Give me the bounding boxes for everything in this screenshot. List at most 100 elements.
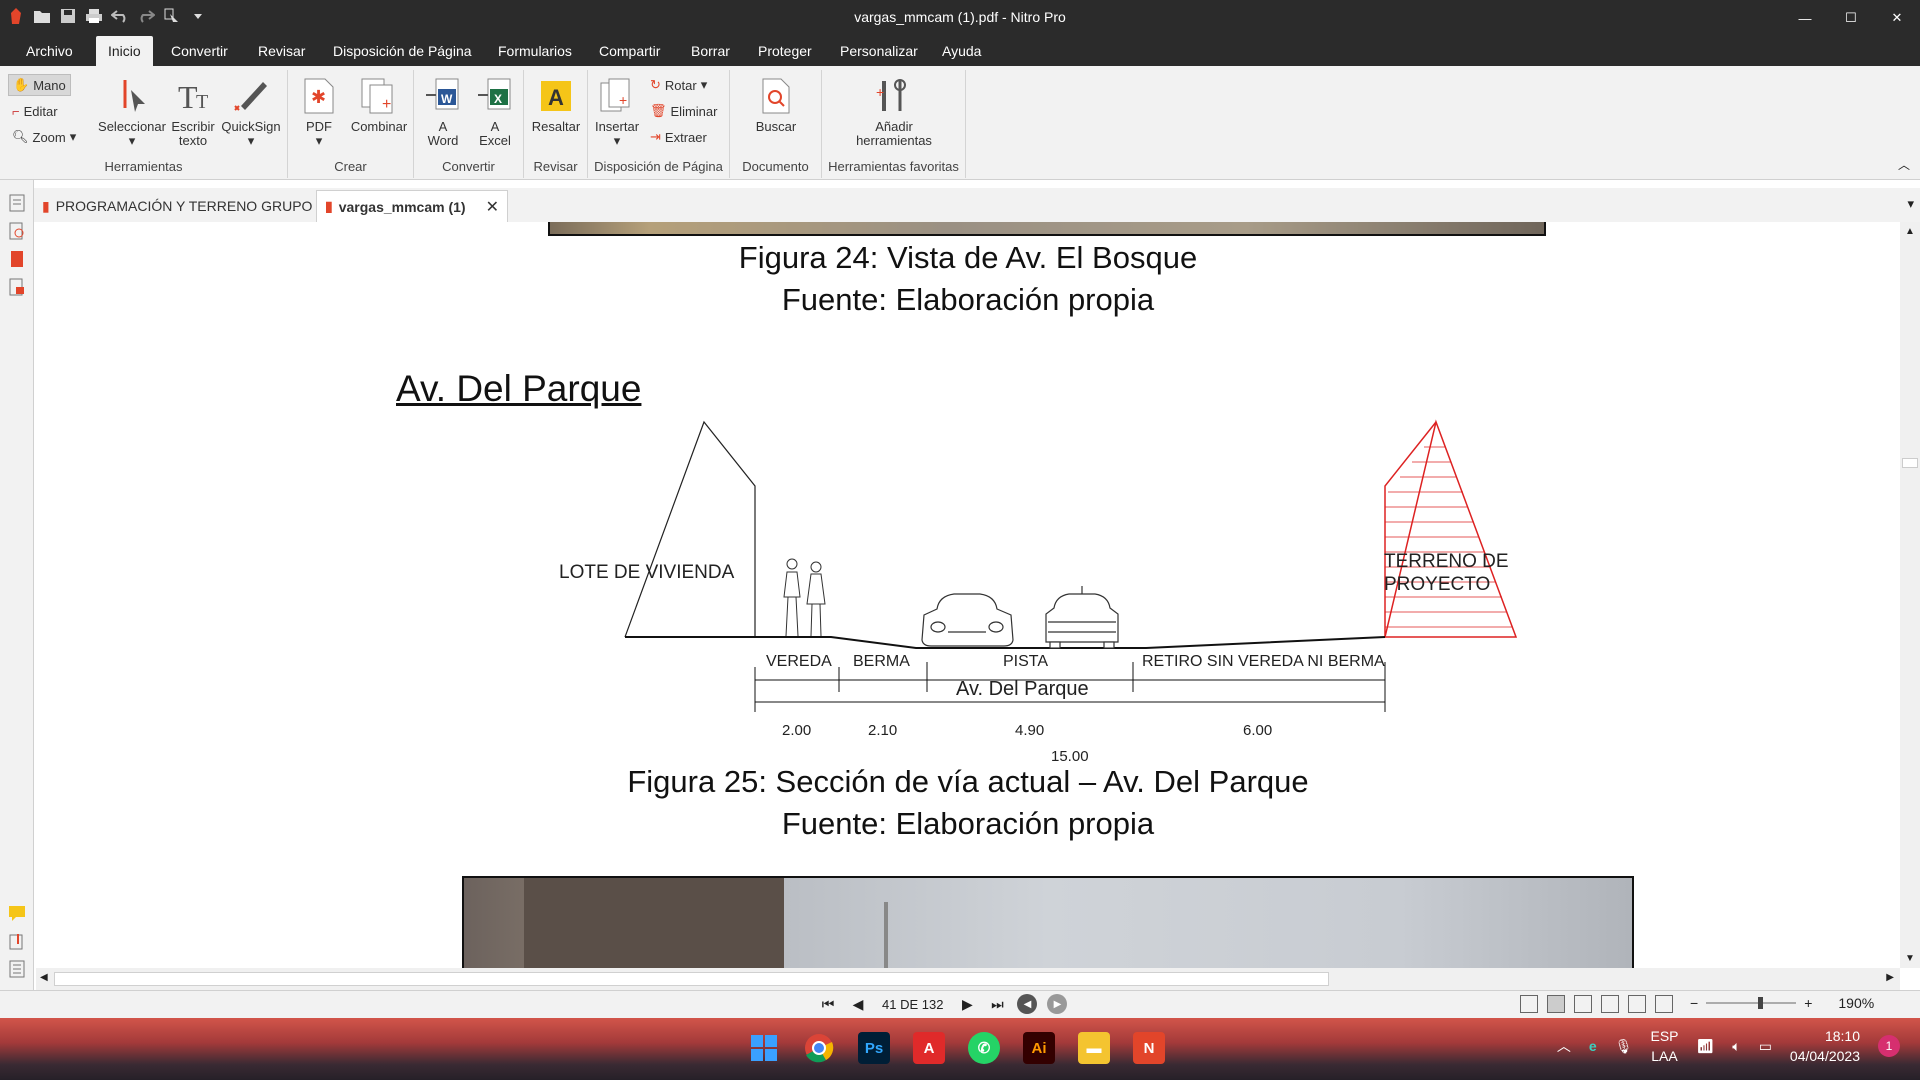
zoom-slider[interactable]	[1706, 996, 1797, 1010]
anadir-herramientas-button[interactable]: + Añadir herramientas	[842, 76, 946, 148]
svg-text:X: X	[494, 92, 502, 106]
security-panel-icon[interactable]	[8, 278, 26, 296]
tab-vargas[interactable]: ▮ vargas_mmcam (1) ✕	[316, 190, 508, 222]
attachments-panel-icon[interactable]	[8, 932, 26, 950]
customize-dropdown-icon[interactable]	[188, 6, 208, 26]
rotar-button[interactable]: ↻ Rotar ▾	[650, 74, 707, 96]
vertical-scrollbar[interactable]: ▲ ▼	[1900, 222, 1920, 968]
chevron-up-icon[interactable]: ︿	[1557, 1036, 1571, 1056]
fit-width-icon[interactable]	[1655, 995, 1673, 1013]
print-icon[interactable]	[84, 6, 104, 26]
collapse-ribbon-icon[interactable]: ︿	[1898, 156, 1910, 173]
buscar-button[interactable]: Buscar	[750, 76, 802, 134]
open-folder-icon[interactable]	[32, 6, 52, 26]
pdf-button[interactable]: ✱ PDF ▾	[292, 76, 346, 148]
scroll-left-icon[interactable]: ◀	[40, 972, 48, 983]
output-panel-icon[interactable]	[8, 960, 26, 978]
notification-badge[interactable]: 1	[1878, 1035, 1900, 1057]
page-indicator[interactable]: 41 DE 132	[878, 997, 947, 1012]
tab-disposicion[interactable]: Disposición de Página	[321, 36, 484, 66]
wifi-icon[interactable]: 📶︎	[1697, 1038, 1715, 1055]
microphone-icon[interactable]: 🎙︎	[1615, 1038, 1633, 1055]
tab-archivo[interactable]: Archivo	[14, 36, 85, 66]
acrobat-icon[interactable]: A	[913, 1032, 945, 1064]
eliminar-button[interactable]: 🗑︎ Eliminar	[650, 100, 717, 122]
pages-panel-icon[interactable]	[8, 194, 26, 212]
tab-programacion[interactable]: ▮ PROGRAMACIÓN Y TERRENO GRUPO 6	[34, 190, 332, 222]
facing-view-icon[interactable]	[1574, 995, 1592, 1013]
continuous-view-icon[interactable]	[1547, 995, 1565, 1013]
tab-convertir[interactable]: Convertir	[159, 36, 240, 66]
illustrator-icon[interactable]: Ai	[1023, 1032, 1055, 1064]
scroll-up-icon[interactable]: ▲	[1905, 226, 1915, 237]
language-indicator[interactable]: ESP LAA	[1650, 1026, 1678, 1066]
tab-borrar[interactable]: Borrar	[679, 36, 742, 66]
photoshop-icon[interactable]: Ps	[858, 1032, 890, 1064]
select-tool-icon[interactable]	[162, 6, 182, 26]
battery-icon[interactable]: ▭	[1759, 1038, 1772, 1055]
chevron-down-icon: ▾	[315, 133, 323, 148]
svg-text:T: T	[178, 79, 198, 114]
tab-ayuda[interactable]: Ayuda	[930, 36, 993, 66]
horizontal-scrollbar[interactable]: ◀ ▶	[36, 968, 1900, 990]
save-icon[interactable]	[58, 6, 78, 26]
scroll-down-icon[interactable]: ▼	[1905, 953, 1915, 964]
nitro-pro-icon[interactable]: N	[1133, 1032, 1165, 1064]
fit-page-icon[interactable]	[1628, 995, 1646, 1013]
tab-inicio[interactable]: Inicio	[96, 36, 153, 66]
whatsapp-icon[interactable]: ✆	[968, 1032, 1000, 1064]
chrome-icon[interactable]	[803, 1032, 835, 1064]
zoom-button[interactable]: 🔍︎ Zoom ▾	[12, 126, 76, 148]
close-tab-icon[interactable]: ✕	[486, 197, 499, 217]
file-explorer-icon[interactable]: ▬	[1078, 1032, 1110, 1064]
extraer-button[interactable]: ⇥ Extraer	[650, 126, 707, 148]
zoom-level[interactable]: 190%	[1838, 995, 1874, 1011]
a-excel-button[interactable]: X A Excel	[470, 76, 520, 148]
seleccionar-button[interactable]: Seleccionar ▾	[96, 76, 168, 148]
svg-text:T: T	[196, 91, 208, 113]
tab-compartir[interactable]: Compartir	[587, 36, 672, 66]
minimize-button[interactable]: —	[1782, 0, 1828, 36]
search-panel-icon[interactable]	[8, 222, 26, 240]
windows-start-icon[interactable]	[748, 1032, 780, 1064]
single-page-view-icon[interactable]	[1520, 995, 1538, 1013]
mano-button[interactable]: ✋ Mano	[8, 74, 71, 96]
tab-personalizar[interactable]: Personalizar	[828, 36, 930, 66]
system-tray: ︿ e 🎙︎ ESP LAA 📶︎ 🔈︎ ▭ 18:10 04/04/2023 …	[1557, 1026, 1900, 1066]
tabs-dropdown-icon[interactable]: ▾	[1907, 196, 1914, 212]
editar-button[interactable]: ⌐ Editar	[12, 100, 58, 122]
scroll-thumb[interactable]	[1902, 458, 1918, 468]
comments-panel-icon[interactable]	[8, 904, 26, 922]
quicksign-button[interactable]: QuickSign ▾	[218, 76, 284, 148]
hand-icon: ✋	[13, 77, 30, 92]
redo-icon[interactable]	[136, 6, 156, 26]
next-page-icon[interactable]: ▶	[957, 994, 977, 1014]
scroll-right-icon[interactable]: ▶	[1886, 972, 1894, 983]
insertar-button[interactable]: + Insertar ▾	[592, 76, 642, 148]
a-word-button[interactable]: W A Word	[418, 76, 468, 148]
dim-total: 15.00	[1051, 748, 1089, 765]
tab-revisar[interactable]: Revisar	[246, 36, 317, 66]
volume-icon[interactable]: 🔈︎	[1732, 1038, 1740, 1055]
close-button[interactable]: ✕	[1874, 0, 1920, 36]
maximize-button[interactable]: ☐	[1828, 0, 1874, 36]
scroll-thumb-horizontal[interactable]	[54, 972, 1329, 986]
zoom-out-icon[interactable]: −	[1690, 995, 1698, 1011]
previous-page-icon[interactable]: ◀	[848, 994, 868, 1014]
next-view-icon[interactable]: ▶	[1047, 994, 1068, 1014]
last-page-icon[interactable]: ⏭	[987, 994, 1007, 1014]
first-page-icon[interactable]: ⏮	[818, 994, 838, 1014]
continuous-facing-view-icon[interactable]	[1601, 995, 1619, 1013]
resaltar-button[interactable]: A Resaltar	[528, 76, 584, 134]
tab-formularios[interactable]: Formularios	[486, 36, 584, 66]
tab-proteger[interactable]: Proteger	[746, 36, 824, 66]
escribir-texto-button[interactable]: TT Escribir texto	[168, 76, 218, 148]
undo-icon[interactable]	[110, 6, 130, 26]
clock[interactable]: 18:10 04/04/2023	[1790, 1026, 1860, 1066]
edge-icon[interactable]: e	[1589, 1038, 1597, 1054]
previous-view-icon[interactable]: ◀	[1017, 994, 1038, 1014]
combinar-button[interactable]: + Combinar	[346, 76, 412, 134]
bookmarks-panel-icon[interactable]	[8, 250, 26, 268]
document-view[interactable]: Figura 24: Vista de Av. El Bosque Fuente…	[36, 222, 1900, 968]
zoom-in-icon[interactable]: +	[1804, 995, 1812, 1011]
